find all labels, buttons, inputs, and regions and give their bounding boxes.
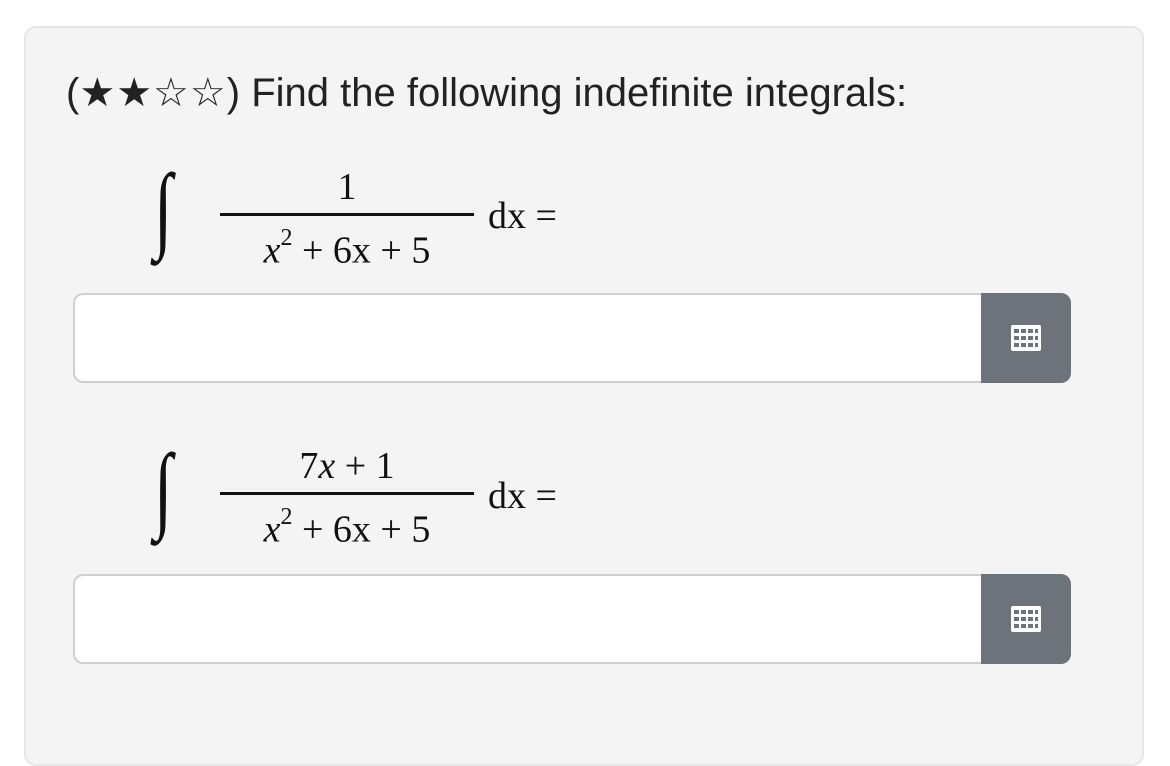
- fraction: 1 x2 + 6x + 5: [220, 165, 474, 272]
- fraction-denominator: x2 + 6x + 5: [263, 503, 431, 551]
- fraction-numerator: 1: [337, 166, 357, 208]
- fraction-bar: [220, 492, 474, 495]
- integral-sign: ∫: [153, 154, 173, 261]
- math-keypad-button-2[interactable]: [981, 574, 1071, 664]
- math-keypad-button-1[interactable]: [981, 293, 1071, 383]
- keyboard-icon: [1011, 325, 1041, 351]
- question-prompt: (★★☆☆) Find the following indefinite int…: [66, 68, 907, 118]
- answer-input-1[interactable]: [73, 293, 983, 383]
- fraction-denominator: x2 + 6x + 5: [263, 224, 431, 272]
- prompt-open-paren: (: [66, 71, 80, 115]
- prompt-text: ) Find the following indefinite integral…: [226, 71, 908, 115]
- answer-row-1: [73, 293, 1071, 383]
- answer-row-2: [73, 574, 1071, 664]
- differential: dx =: [488, 475, 557, 517]
- difficulty-stars: ★★☆☆: [79, 71, 227, 115]
- keyboard-icon: [1011, 606, 1041, 632]
- fraction: 7x + 1 x2 + 6x + 5: [220, 444, 474, 551]
- integral-sign: ∫: [153, 434, 173, 541]
- fraction-numerator: 7x + 1: [299, 445, 395, 487]
- fraction-bar: [220, 213, 474, 216]
- answer-input-2[interactable]: [73, 574, 983, 664]
- differential: dx =: [488, 195, 557, 237]
